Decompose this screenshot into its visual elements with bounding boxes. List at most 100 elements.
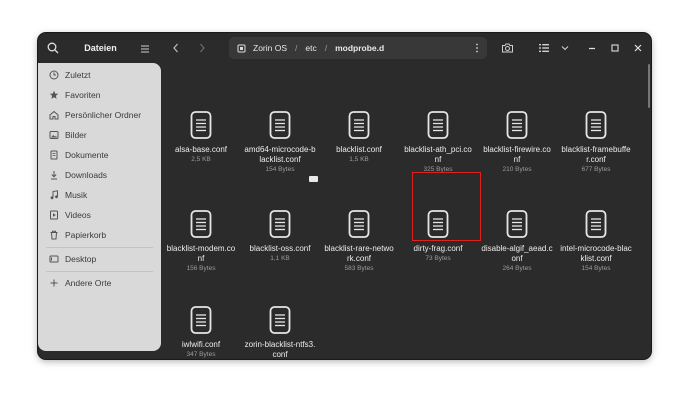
file-size: 1,1 KB <box>270 255 290 262</box>
text-file-icon <box>560 210 632 238</box>
sidebar-item-desktop[interactable]: Desktop <box>38 249 161 269</box>
text-file-icon <box>560 111 632 139</box>
file-name: intel-microcode-blacklist.conf <box>560 244 632 263</box>
path-separator: / <box>324 43 328 53</box>
sidebar-item-label: Bilder <box>65 130 87 140</box>
sidebar-item-andere-orte[interactable]: Andere Orte <box>38 273 161 293</box>
file-size: 264 Bytes <box>502 265 532 272</box>
file-name: blacklist-oss.conf <box>249 244 311 253</box>
forward-button[interactable] <box>195 41 209 55</box>
file-name: blacklist-framebuffer.conf <box>561 145 631 164</box>
plus-icon <box>49 278 59 288</box>
folder-location-icon <box>232 44 250 53</box>
sidebar-item-dokumente[interactable]: Dokumente <box>38 145 161 165</box>
file-size: 73 Bytes <box>425 255 451 262</box>
file-item[interactable]: blacklist-oss.conf 1,1 KB <box>244 210 316 263</box>
file-size: 210 Bytes <box>502 166 532 173</box>
path-segment-root[interactable]: Zorin OS <box>250 43 290 53</box>
file-item[interactable]: zorin-blacklist-ntfs3.conf213 Bytes <box>244 306 316 359</box>
file-name: zorin-blacklist-ntfs3.conf <box>244 340 316 359</box>
file-size: 325 Bytes <box>423 166 453 173</box>
file-item[interactable]: amd64-microcode-blacklist.conf 154 Bytes <box>244 111 316 174</box>
file-item[interactable]: blacklist.conf 1,5 KB <box>323 111 395 164</box>
sidebar-item-label: Videos <box>65 210 91 220</box>
sidebar-item-downloads[interactable]: Downloads <box>38 165 161 185</box>
sidebar-item-label: Andere Orte <box>65 278 112 288</box>
sidebar-item-label: Musik <box>65 190 88 200</box>
file-item[interactable]: blacklist-ath_pci.conf 325 Bytes <box>402 111 474 174</box>
file-item[interactable]: iwlwifi.conf 347 Bytes <box>165 306 237 359</box>
sidebar-item-musik[interactable]: Musik <box>38 185 161 205</box>
list-view-icon[interactable] <box>537 41 551 55</box>
file-item[interactable]: intel-microcode-blacklist.conf 154 Bytes <box>560 210 632 273</box>
file-size: 154 Bytes <box>265 166 295 173</box>
file-size: 2,5 KB <box>191 156 211 163</box>
text-file-icon <box>244 210 316 238</box>
header-bar: Zorin OS / etc / modprobe.d <box>161 33 651 63</box>
chevron-down-icon[interactable] <box>558 41 572 55</box>
star-icon <box>49 90 59 100</box>
back-button[interactable] <box>169 41 183 55</box>
file-item[interactable]: alsa-base.conf 2,5 KB <box>165 111 237 164</box>
sidebar-item-label: Papierkorb <box>65 230 107 240</box>
chevron-left-icon <box>173 43 178 53</box>
file-size: 677 Bytes <box>581 166 611 173</box>
sidebar-item-bilder[interactable]: Bilder <box>38 125 161 145</box>
chevron-right-icon <box>200 43 205 53</box>
file-item[interactable]: disable-algif_aead.conf 264 Bytes <box>481 210 553 273</box>
sidebar-item-label: Downloads <box>65 170 108 180</box>
hamburger-menu-icon[interactable] <box>139 42 151 54</box>
camera-icon[interactable] <box>500 41 514 55</box>
search-icon[interactable] <box>46 41 60 55</box>
file-size: 347 Bytes <box>186 351 216 358</box>
text-file-icon <box>323 111 395 139</box>
sidebar-item-papierkorb[interactable]: Papierkorb <box>38 225 161 245</box>
minimize-icon[interactable] <box>585 41 599 55</box>
clock-icon <box>49 70 59 80</box>
file-item[interactable]: blacklist-firewire.conf 210 Bytes <box>481 111 553 174</box>
link-emblem-icon <box>309 176 318 182</box>
path-segment-etc[interactable]: etc <box>302 43 319 53</box>
sidebar-item-label: Desktop <box>65 254 97 264</box>
home-icon <box>49 110 59 120</box>
file-size: 154 Bytes <box>581 265 611 272</box>
file-size: 1,5 KB <box>349 156 369 163</box>
file-item[interactable]: blacklist-rare-network.conf 583 Bytes <box>323 210 395 273</box>
file-name: blacklist-firewire.conf <box>483 145 551 164</box>
sidebar-item-label: Persönlicher Ordner <box>65 110 142 120</box>
file-name: blacklist-ath_pci.conf <box>404 145 472 164</box>
path-segment-current[interactable]: modprobe.d <box>332 43 387 53</box>
sidebar-item-zuletzt[interactable]: Zuletzt <box>38 65 161 85</box>
text-file-icon <box>323 210 395 238</box>
sidebar-item-label: Zuletzt <box>65 70 91 80</box>
sidebar-item-videos[interactable]: Videos <box>38 205 161 225</box>
image-icon <box>49 130 59 140</box>
maximize-icon[interactable] <box>608 41 622 55</box>
sidebar-divider <box>46 271 153 272</box>
vertical-dots-icon[interactable] <box>475 43 479 53</box>
sidebar-header: Dateien <box>38 33 160 63</box>
sidebar-item-favoriten[interactable]: Favoriten <box>38 85 161 105</box>
file-size: 156 Bytes <box>186 265 216 272</box>
path-bar: Zorin OS / etc / modprobe.d <box>229 37 487 59</box>
file-name: iwlwifi.conf <box>181 340 221 349</box>
file-name: blacklist-modem.conf <box>166 244 236 263</box>
file-manager-window: Dateien Zuletzt Favoriten Persönlicher O… <box>38 33 651 359</box>
text-file-icon <box>402 210 474 238</box>
file-name: blacklist-rare-network.conf <box>324 244 394 263</box>
desktop-icon <box>49 254 59 264</box>
file-name: blacklist.conf <box>336 145 382 154</box>
file-item[interactable]: dirty-frag.conf 73 Bytes <box>402 210 474 263</box>
file-name: dirty-frag.conf <box>413 244 463 253</box>
document-icon <box>49 150 59 160</box>
file-item[interactable]: blacklist-framebuffer.conf 677 Bytes <box>560 111 632 174</box>
file-item[interactable]: blacklist-modem.conf 156 Bytes <box>165 210 237 273</box>
file-name: disable-algif_aead.conf <box>481 244 553 263</box>
sidebar-item-label: Favoriten <box>65 90 101 100</box>
sidebar-item-home[interactable]: Persönlicher Ordner <box>38 105 161 125</box>
file-size: 583 Bytes <box>344 265 374 272</box>
close-icon[interactable] <box>631 41 645 55</box>
text-file-icon <box>244 111 316 139</box>
scrollbar[interactable] <box>648 64 650 108</box>
text-file-icon <box>402 111 474 139</box>
